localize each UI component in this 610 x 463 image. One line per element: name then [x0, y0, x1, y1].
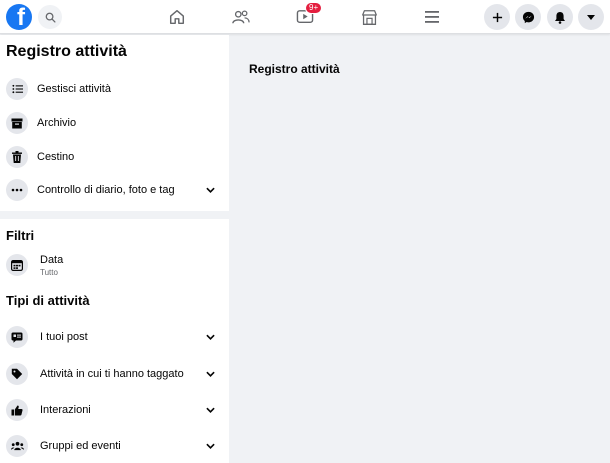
activity-type-interactions[interactable]: Interazioni [0, 395, 229, 425]
filter-date[interactable]: Data [0, 250, 229, 280]
trash-icon [6, 146, 28, 168]
notifications-icon [555, 11, 565, 24]
chevron-down-icon [205, 369, 215, 379]
nav-watch[interactable]: 9+ [293, 2, 323, 29]
search-button[interactable] [38, 5, 62, 29]
chevron-down-icon [205, 185, 215, 195]
activity-types-title: Tipi di attività [6, 293, 90, 308]
chevron-down-icon [205, 405, 215, 415]
plus-icon [492, 12, 502, 22]
more-icon [6, 179, 28, 201]
marketplace-icon [361, 9, 377, 25]
account-menu-button[interactable] [578, 4, 604, 30]
friends-icon [232, 10, 250, 24]
activity-type-label: Attività in cui ti hanno taggato [40, 368, 184, 380]
create-button[interactable] [484, 4, 510, 30]
notifications-button[interactable] [547, 4, 573, 30]
sidebar-item-label: Archivio [37, 117, 77, 129]
activity-type-your-posts[interactable]: I tuoi post [0, 322, 229, 352]
watch-notification-badge: 9+ [305, 2, 323, 14]
filter-date-value: Tutto [40, 268, 58, 277]
sidebar-title: Registro attività [6, 43, 127, 60]
sidebar-item-timeline-review[interactable]: Controllo di diario, foto e tag [0, 175, 229, 205]
calendar-icon [6, 254, 28, 276]
sidebar-item-trash[interactable]: Cestino [0, 142, 229, 172]
facebook-logo[interactable]: f [6, 4, 32, 30]
search-icon [45, 12, 56, 23]
chevron-down-icon [205, 441, 215, 451]
activity-type-label: Gruppi ed eventi [40, 440, 121, 452]
activity-type-label: I tuoi post [40, 331, 88, 343]
list-icon [6, 78, 28, 100]
groups-icon [6, 435, 28, 457]
activity-type-tagged[interactable]: Attività in cui ti hanno taggato [0, 359, 229, 389]
nav-marketplace[interactable] [357, 5, 381, 29]
nav-home[interactable] [165, 5, 189, 29]
top-navigation-bar: f 9+ [0, 0, 610, 34]
messenger-button[interactable] [515, 4, 541, 30]
sidebar-item-label: Gestisci attività [37, 83, 111, 95]
activity-type-groups-events[interactable]: Gruppi ed eventi [0, 431, 229, 461]
chevron-down-icon [205, 332, 215, 342]
home-icon [169, 9, 185, 25]
archive-icon [6, 112, 28, 134]
sidebar-item-manage-activity[interactable]: Gestisci attività [0, 74, 229, 104]
section-divider [0, 211, 229, 219]
filters-title: Filtri [6, 228, 35, 243]
menu-icon [425, 11, 439, 23]
post-icon [6, 326, 28, 348]
sidebar-item-label: Cestino [37, 151, 75, 163]
tag-icon [6, 363, 28, 385]
sidebar-item-archive[interactable]: Archivio [0, 108, 229, 138]
nav-friends[interactable] [229, 5, 253, 29]
like-icon [6, 399, 28, 421]
filter-date-label: Data [40, 254, 64, 266]
activity-log-sidebar: Registro attività Gestisci attività Arch… [0, 35, 229, 463]
activity-type-label: Interazioni [40, 404, 91, 416]
sidebar-item-label: Controllo di diario, foto e tag [37, 184, 175, 196]
messenger-icon [522, 11, 534, 23]
nav-menu[interactable] [420, 5, 444, 29]
caret-down-icon [587, 14, 595, 20]
main-page-title: Registro attività [249, 62, 340, 76]
facebook-logo-letter: f [17, 4, 25, 30]
